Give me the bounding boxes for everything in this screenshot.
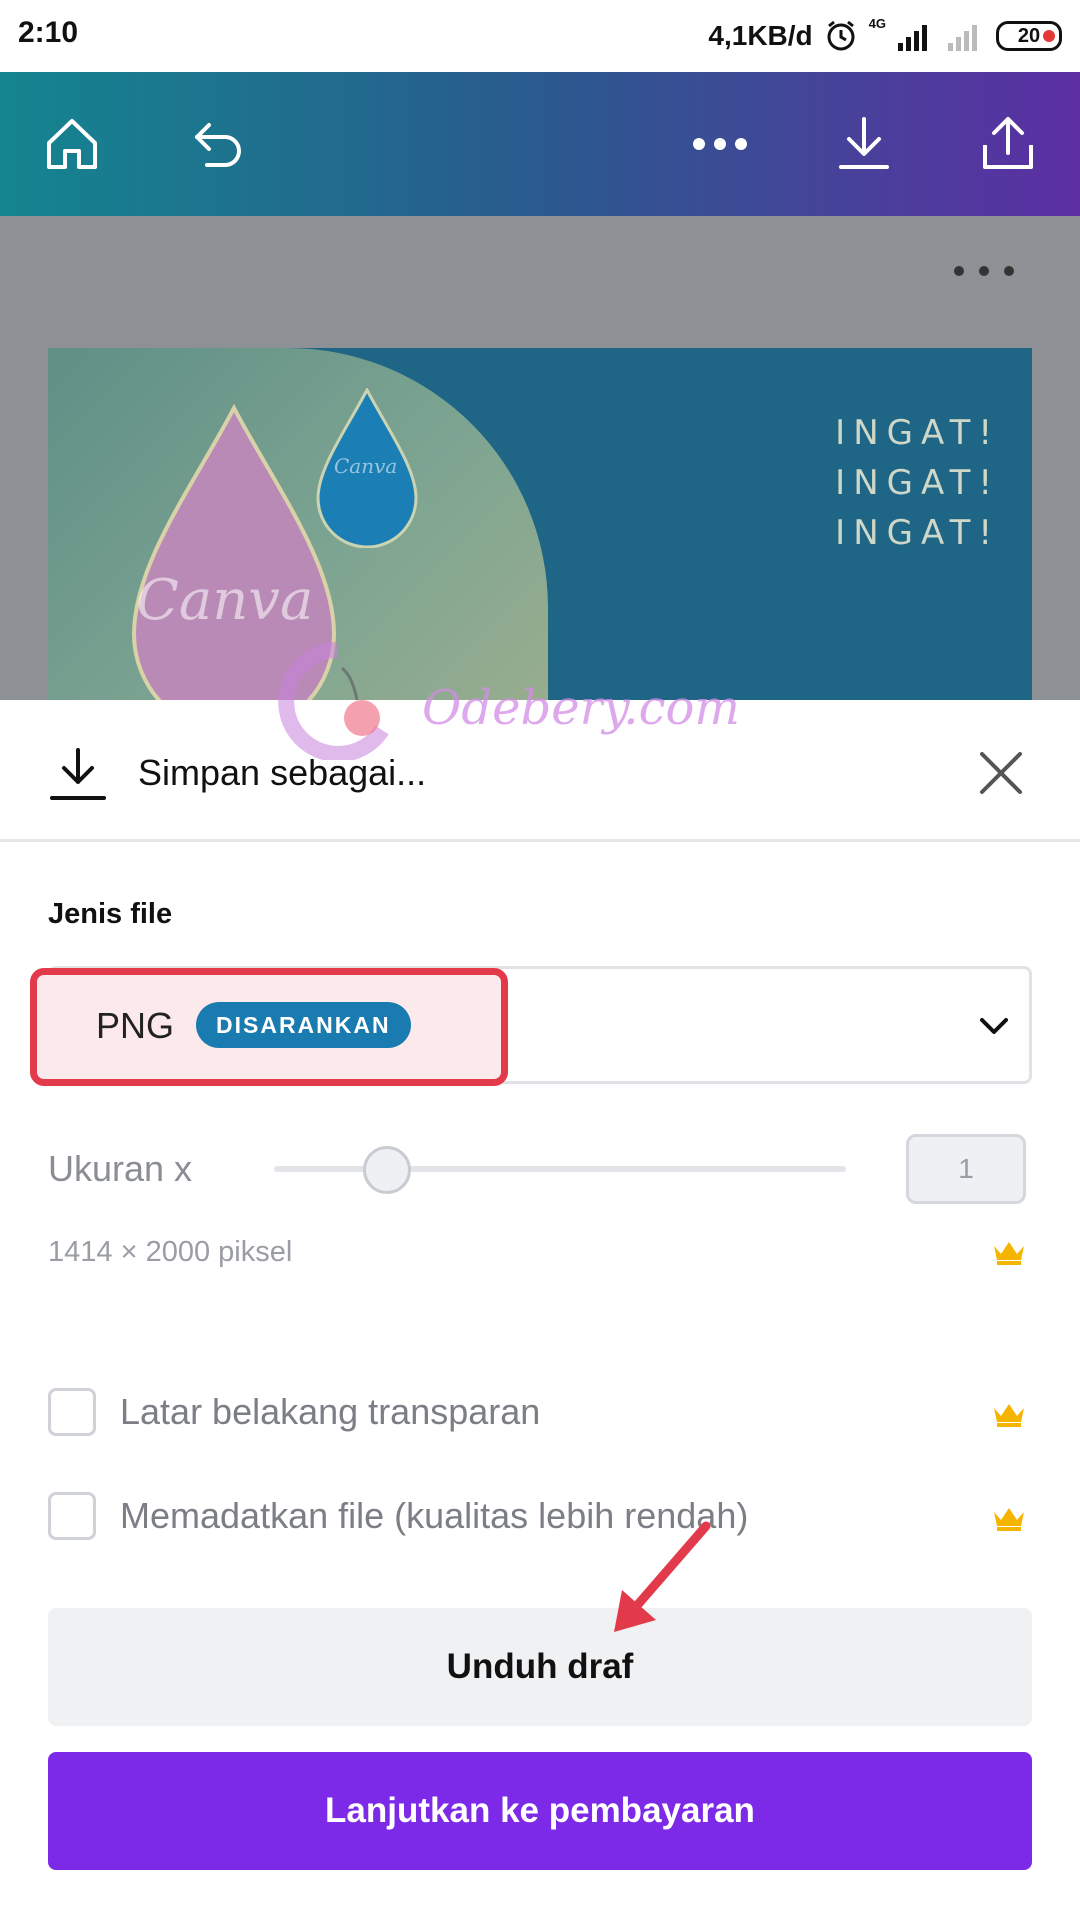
network-speed: 4,1KB/d: [708, 20, 813, 51]
transparent-bg-checkbox[interactable]: [48, 1388, 96, 1436]
size-slider-track[interactable]: [274, 1166, 846, 1172]
file-type-label: Jenis file: [48, 898, 173, 930]
annotation-arrow-icon: [614, 1521, 711, 1632]
headline-line: INGAT!: [835, 413, 1000, 453]
size-slider-thumb[interactable]: [363, 1146, 411, 1194]
pixel-dimensions: 1414 × 2000 piksel: [48, 1236, 293, 1268]
page-options-icon[interactable]: [954, 256, 1014, 286]
compress-file-checkbox[interactable]: [48, 1492, 96, 1540]
signal-icon: [898, 25, 927, 51]
sheet-title: Simpan sebagai...: [138, 752, 427, 793]
save-as-sheet: Simpan sebagai... Jenis file PNG DISARAN…: [0, 700, 1080, 1920]
network-type-label: 4G: [868, 16, 886, 31]
headline-line: INGAT!: [835, 513, 1000, 553]
design-headline: INGAT! INGAT! INGAT!: [835, 408, 1000, 558]
download-draft-button[interactable]: Unduh draf: [48, 1608, 1032, 1726]
status-time: 2:10: [18, 16, 79, 49]
file-type-value: PNG: [96, 1005, 175, 1046]
crown-icon: [994, 1508, 1024, 1531]
share-icon[interactable]: [970, 106, 1046, 182]
crown-icon: [994, 1404, 1024, 1427]
crown-icon: [994, 1242, 1024, 1265]
recommended-badge: DISARANKAN: [196, 1002, 411, 1048]
canva-watermark-small: Canva: [334, 454, 398, 478]
status-bar: 2:10 4,1KB/d 4G 20: [0, 0, 1080, 72]
chevron-down-icon[interactable]: [974, 1006, 1014, 1046]
design-preview[interactable]: Canva Canva INGAT! INGAT! INGAT!: [48, 348, 1032, 700]
sheet-header: Simpan sebagai...: [0, 700, 1080, 842]
continue-to-payment-button[interactable]: Lanjutkan ke pembayaran: [48, 1752, 1032, 1870]
canva-watermark-large: Canva: [136, 568, 314, 633]
canvas-area: Canva Canva INGAT! INGAT! INGAT!: [0, 216, 1080, 700]
editor-toolbar: [0, 72, 1080, 216]
undo-icon[interactable]: [180, 106, 256, 182]
transparent-bg-option[interactable]: Latar belakang transparan: [48, 1388, 540, 1436]
battery-dot: [1043, 30, 1055, 42]
battery-level: 20: [1017, 24, 1041, 47]
size-label: Ukuran x: [48, 1148, 193, 1189]
headline-line: INGAT!: [835, 463, 1000, 503]
status-indicators: 4,1KB/d 4G 20: [708, 14, 1062, 58]
close-icon[interactable]: [976, 748, 1026, 798]
size-input[interactable]: 1: [906, 1134, 1026, 1204]
signal-weak-icon: [948, 25, 977, 51]
alarm-icon: [827, 20, 855, 51]
download-icon: [50, 748, 106, 800]
transparent-bg-label: Latar belakang transparan: [120, 1391, 541, 1432]
download-icon[interactable]: [826, 106, 902, 182]
home-icon[interactable]: [34, 106, 110, 182]
battery-indicator: 20: [996, 21, 1062, 51]
more-icon[interactable]: [682, 106, 758, 182]
